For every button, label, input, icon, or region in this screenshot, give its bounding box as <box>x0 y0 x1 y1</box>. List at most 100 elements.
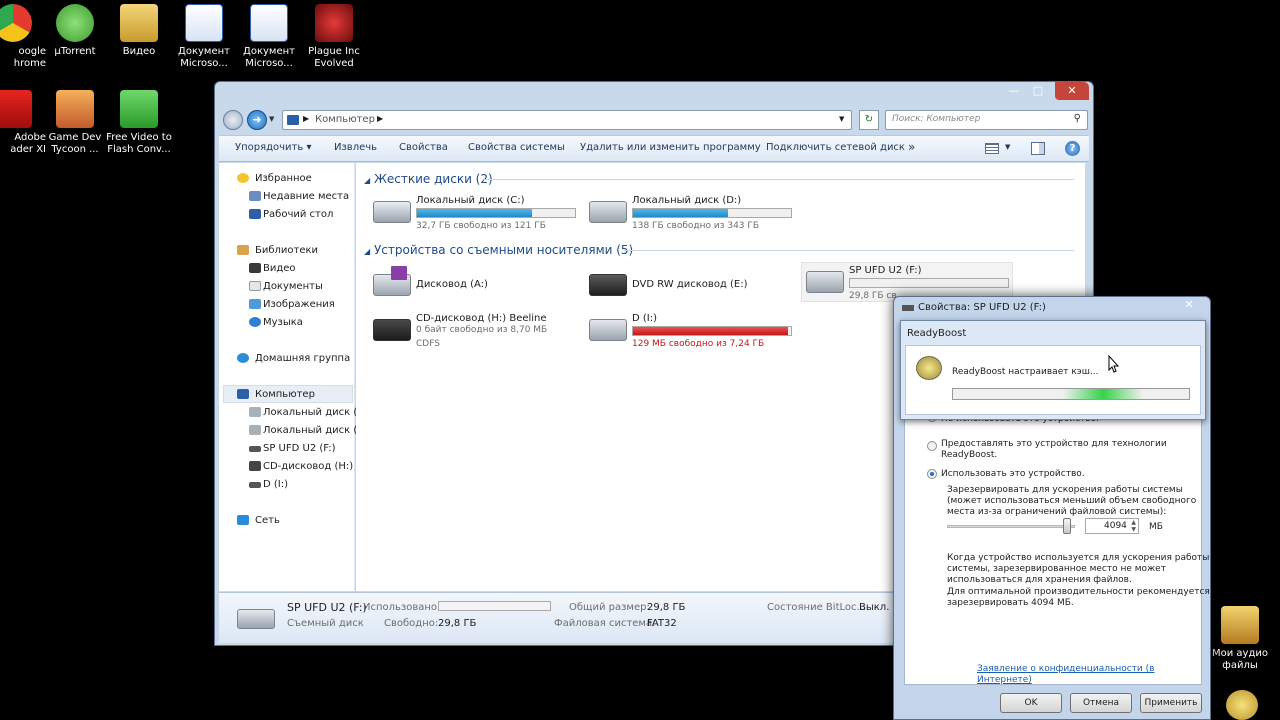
cancel-button[interactable]: Отмена <box>1070 693 1132 713</box>
desktop-icon-utorrent[interactable]: µTorrent <box>40 2 110 58</box>
nav-d-i[interactable]: D (I:) <box>263 479 288 490</box>
maximize-button[interactable]: □ <box>1025 82 1051 100</box>
star-icon <box>237 173 249 183</box>
libraries-icon <box>237 245 249 255</box>
radio-use[interactable] <box>927 469 937 479</box>
audio-files-icon <box>1221 606 1259 644</box>
uninstall-button[interactable]: Удалить или изменить программу <box>580 142 761 153</box>
recent-places-icon <box>249 191 261 201</box>
reserve-text: Зарезервировать для ускорения работы сис… <box>947 485 1197 517</box>
nav-documents[interactable]: Документы <box>263 281 323 292</box>
music-library-icon <box>249 317 261 327</box>
desktop-icon-label: Free Video to Flash Conv... <box>106 132 172 155</box>
desktop-icon-flashconv[interactable]: Free Video to Flash Conv... <box>104 88 174 156</box>
readyboost-icon <box>916 356 942 380</box>
details-type: Съемный диск <box>287 618 364 629</box>
details-free-label: Свободно: <box>384 618 439 629</box>
apply-button[interactable]: Применить <box>1140 693 1202 713</box>
info-text-1: Когда устройство используется для ускоре… <box>947 553 1210 585</box>
reserve-slider-thumb[interactable] <box>1063 518 1071 534</box>
game-dev-tycoon-icon <box>56 90 94 128</box>
info-text-2: Для оптимальной производительности реком… <box>947 587 1210 608</box>
address-bar[interactable]: ▶ Компьютер ▶ ▼ <box>282 110 852 130</box>
readyboost-progress-dialog: ReadyBoost ReadyBoost настраивает кэш... <box>900 320 1206 420</box>
desktop-icon-label: µTorrent <box>54 46 96 57</box>
nav-disk-c[interactable]: Локальный диск (C <box>263 407 364 418</box>
privacy-link[interactable]: Заявление о конфиденциальности (в Интерн… <box>977 664 1201 686</box>
nav-images[interactable]: Изображения <box>263 299 335 310</box>
drive-d-free: 138 ГБ свободно из 343 ГБ <box>632 221 760 231</box>
minimize-button[interactable]: — <box>1001 82 1027 100</box>
nav-cd-h[interactable]: CD-дисковод (H:) B <box>263 461 363 472</box>
drive-i[interactable]: D (I:) 129 МБ свободно из 7,24 ГБ <box>585 311 795 351</box>
radio-use-label: Использовать это устройство. <box>941 469 1085 479</box>
nav-computer[interactable]: Компьютер <box>255 389 315 400</box>
back-button[interactable] <box>223 110 243 130</box>
view-options-icon[interactable] <box>985 143 999 154</box>
desktop-icon-doc1[interactable]: Документ Microso... <box>169 2 239 70</box>
map-drive-button[interactable]: Подключить сетевой диск <box>766 142 905 153</box>
nav-desktop[interactable]: Рабочий стол <box>263 209 333 220</box>
spin-arrows-icon[interactable]: ▲ ▼ <box>1131 519 1136 533</box>
drive-h-fs: CDFS <box>416 339 440 349</box>
nav-disk-d[interactable]: Локальный диск (D <box>263 425 365 436</box>
history-dropdown[interactable]: ▼ <box>269 115 274 123</box>
preview-pane-icon[interactable] <box>1031 142 1045 155</box>
drive-d[interactable]: Локальный диск (D:) 138 ГБ свободно из 3… <box>585 193 795 233</box>
drive-f-usage-bar <box>849 278 1009 288</box>
details-bitlocker-label: Состояние BitLoc... <box>767 602 867 613</box>
desktop-icon-audio[interactable]: Мои аудио файлы <box>1205 604 1275 672</box>
desktop-icon-gamedev[interactable]: Game Dev Tycoon ... <box>40 88 110 156</box>
nav-recent[interactable]: Недавние места <box>263 191 349 202</box>
details-total-value: 29,8 ГБ <box>647 602 686 613</box>
reserve-slider-track[interactable] <box>947 525 1075 528</box>
properties-button[interactable]: Свойства <box>399 142 448 153</box>
nav-libraries[interactable]: Библиотеки <box>255 245 318 256</box>
radio-dedicate-label: Предоставлять это устройство для техноло… <box>941 439 1167 460</box>
details-fs-label: Файловая система: <box>554 618 656 629</box>
more-button[interactable]: » <box>908 140 915 154</box>
nav-sp-ufd[interactable]: SP UFD U2 (F:) <box>263 443 336 454</box>
reserve-spinbox[interactable]: 4094 ▲ ▼ <box>1085 518 1139 534</box>
forward-button[interactable]: ➜ <box>247 110 267 130</box>
group-hard-drives[interactable]: ◢ Жесткие диски (2) <box>364 172 1079 186</box>
refresh-button[interactable]: ↻ <box>859 110 879 130</box>
drive-dvd-e[interactable]: DVD RW дисковод (E:) <box>585 266 795 306</box>
system-properties-button[interactable]: Свойства системы <box>468 142 565 153</box>
ok-button[interactable]: OK <box>1000 693 1062 713</box>
drive-floppy-a[interactable]: Дисковод (A:) <box>369 266 579 306</box>
nav-favorites[interactable]: Избранное <box>255 173 312 184</box>
nav-network[interactable]: Сеть <box>255 515 280 526</box>
address-dropdown-icon[interactable]: ▼ <box>839 115 844 123</box>
desktop-icon-label: Мои аудио файлы <box>1211 648 1268 671</box>
desktop-icon-plague[interactable]: Plague Inc Evolved <box>299 2 369 70</box>
drive-c[interactable]: Локальный диск (C:) 32,7 ГБ свободно из … <box>369 193 579 233</box>
drive-f-name: SP UFD U2 (F:) <box>849 265 922 276</box>
nav-video[interactable]: Видео <box>263 263 296 274</box>
drive-a[interactable] <box>369 347 579 387</box>
desktop-icon-video[interactable]: Видео <box>104 2 174 58</box>
nav-music[interactable]: Музыка <box>263 317 303 328</box>
homegroup-icon <box>237 353 249 363</box>
mouse-cursor-icon <box>1108 355 1120 373</box>
view-dropdown-icon[interactable]: ▼ <box>1005 143 1010 151</box>
organize-button[interactable]: Упорядочить ▾ <box>235 142 311 153</box>
props-close-button[interactable]: ✕ <box>1174 297 1204 313</box>
eject-button[interactable]: Извлечь <box>334 142 377 153</box>
desktop-partial-icon[interactable] <box>1226 690 1258 720</box>
details-name: SP UFD U2 (F:) <box>287 601 367 614</box>
desktop-icon-doc2[interactable]: Документ Microso... <box>234 2 304 70</box>
nav-homegroup[interactable]: Домашняя группа <box>255 353 350 364</box>
group-removable[interactable]: ◢ Устройства со съемными носителями (5) <box>364 243 1079 257</box>
group-divider <box>624 250 1074 251</box>
help-icon[interactable]: ? <box>1065 141 1080 156</box>
breadcrumb-arrow-icon: ▶ <box>377 114 384 123</box>
search-input[interactable]: Поиск: Компьютер ⚲ <box>885 110 1088 130</box>
drive-cd-h[interactable]: CD-дисковод (H:) Beeline 0 байт свободно… <box>369 311 579 351</box>
drive-c-free: 32,7 ГБ свободно из 121 ГБ <box>416 221 546 231</box>
close-button[interactable]: ✕ <box>1055 82 1089 100</box>
radio-dedicate[interactable] <box>927 441 937 451</box>
breadcrumb-computer[interactable]: Компьютер <box>315 114 375 125</box>
drive-h-name: CD-дисковод (H:) Beeline <box>416 313 547 324</box>
adobe-reader-icon <box>0 90 32 128</box>
